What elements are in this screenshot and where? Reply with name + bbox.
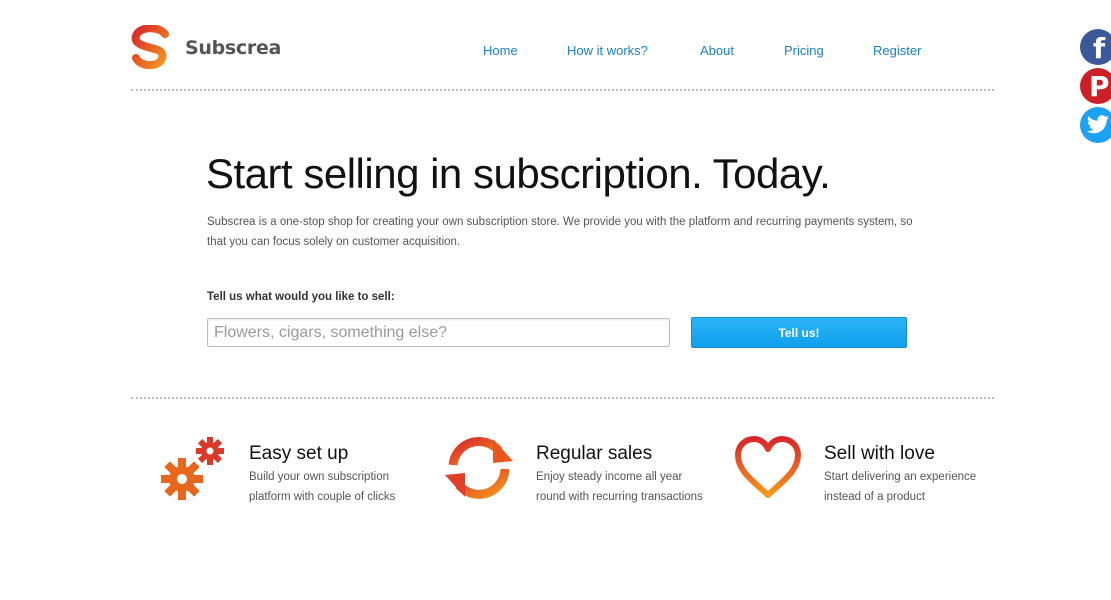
- feature-text: Start delivering an experience instead o…: [824, 471, 977, 503]
- feature-title: Regular sales: [536, 443, 653, 464]
- logo[interactable]: Subscrea: [131, 25, 281, 71]
- nav-register[interactable]: Register: [873, 43, 921, 58]
- pinterest-icon[interactable]: P: [1080, 68, 1111, 104]
- page: Subscrea Home How it works? About Pricin…: [0, 0, 1111, 600]
- nav-pricing[interactable]: Pricing: [784, 43, 824, 58]
- twitter-icon[interactable]: [1080, 107, 1111, 143]
- header-divider: [131, 89, 994, 91]
- facebook-icon[interactable]: f: [1080, 29, 1111, 65]
- feature-text: Enjoy steady income all year round with …: [536, 471, 703, 503]
- nav-home[interactable]: Home: [483, 43, 518, 58]
- section-divider: [131, 397, 994, 399]
- feature-title: Sell with love: [824, 443, 935, 464]
- logo-mark-icon: [131, 25, 169, 70]
- sell-prompt-label: Tell us what would you like to sell:: [207, 291, 395, 303]
- sell-input[interactable]: [207, 318, 670, 347]
- logo-text: Subscrea: [185, 37, 282, 59]
- tell-us-button[interactable]: Tell us!: [691, 317, 907, 348]
- nav-how-it-works[interactable]: How it works?: [567, 43, 648, 58]
- hero-description: Subscrea is a one-stop shop for creating…: [207, 216, 913, 248]
- refresh-icon: [445, 437, 513, 499]
- social-bar: f P: [1080, 29, 1111, 146]
- heart-icon: [735, 436, 801, 498]
- gears-icon: [161, 437, 224, 500]
- feature-title: Easy set up: [249, 443, 349, 464]
- feature-text: Build your own subscription platform wit…: [249, 471, 396, 503]
- hero-title: Start selling in subscription. Today.: [206, 150, 831, 197]
- nav-about[interactable]: About: [700, 43, 734, 58]
